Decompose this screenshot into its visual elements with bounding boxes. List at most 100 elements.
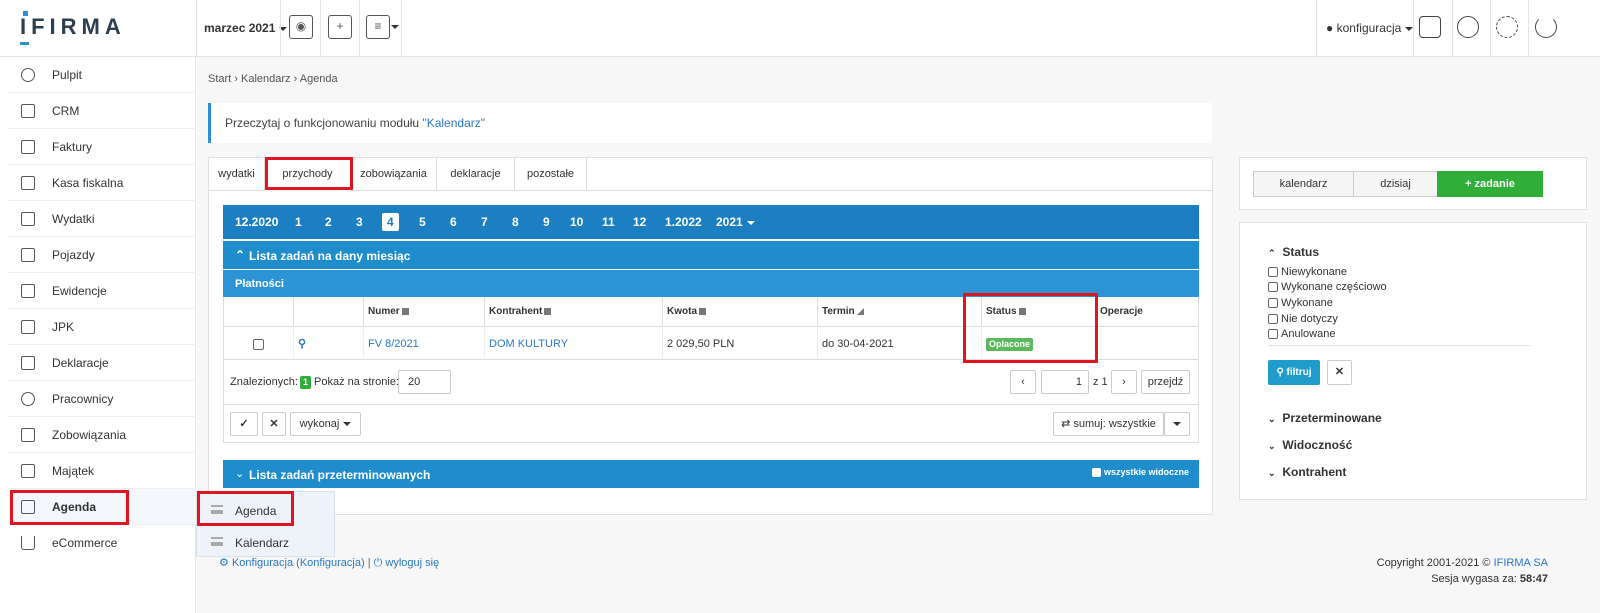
- sum-button[interactable]: ⇄ sumuj: wszystkie: [1053, 412, 1164, 436]
- table-header-termin[interactable]: Termin: [818, 297, 982, 327]
- next-page-button[interactable]: ›: [1111, 370, 1137, 394]
- table-header-numer[interactable]: Numer: [364, 297, 485, 327]
- search-icon[interactable]: ⚲: [298, 338, 306, 350]
- sidebar-item-deklaracje[interactable]: Deklaracje: [8, 345, 196, 381]
- month-6[interactable]: 6: [450, 215, 457, 229]
- top-bar: IFIRMA marzec 2021 ◉ + ≡ ● konfiguracja: [0, 0, 1600, 57]
- month-7[interactable]: 7: [481, 215, 488, 229]
- tabs: wydatki przychody zobowiązania deklaracj…: [209, 158, 1212, 192]
- submenu-item-kalendarz[interactable]: Kalendarz: [205, 526, 335, 556]
- logout-link[interactable]: wyloguj się: [385, 557, 439, 569]
- overdue-list-header[interactable]: ⌄ Lista zadań przeterminowanych wszystki…: [223, 460, 1199, 488]
- sidebar-item-pracownicy[interactable]: Pracownicy: [8, 381, 196, 417]
- sidebar-item-pojazdy[interactable]: Pojazdy: [8, 237, 196, 273]
- month-12[interactable]: 12: [633, 215, 646, 229]
- row-checkbox[interactable]: [253, 338, 264, 350]
- month-5[interactable]: 5: [419, 215, 426, 229]
- sum-dropdown[interactable]: [1164, 412, 1190, 436]
- go-button[interactable]: przejdź: [1141, 370, 1190, 394]
- calendar-button[interactable]: kalendarz: [1253, 171, 1354, 197]
- config-link[interactable]: Konfiguracja: [232, 557, 293, 569]
- filter-option[interactable]: Nie dotyczy: [1268, 313, 1338, 325]
- add-document-icon[interactable]: +: [328, 15, 352, 39]
- user-icon: ●: [1326, 21, 1334, 35]
- month-8[interactable]: 8: [512, 215, 519, 229]
- per-page-input[interactable]: 20: [398, 370, 451, 394]
- execute-dropdown[interactable]: wykonaj: [290, 412, 361, 436]
- filter-option[interactable]: Wykonane: [1268, 297, 1333, 309]
- month-11[interactable]: 11: [602, 215, 615, 229]
- crm-icon: [21, 104, 35, 118]
- filter-checkbox[interactable]: [1268, 329, 1278, 340]
- company-link[interactable]: IFIRMA SA: [1494, 557, 1548, 569]
- filter-option[interactable]: Wykonane częściowo: [1268, 281, 1387, 293]
- filter-checkbox[interactable]: [1268, 267, 1278, 278]
- month-12-2020[interactable]: 12.2020: [235, 215, 278, 229]
- tab-wydatki[interactable]: wydatki: [209, 158, 265, 191]
- tab-pozostale[interactable]: pozostałe: [515, 158, 587, 191]
- user-menu[interactable]: ● konfiguracja: [1326, 21, 1414, 35]
- month-1-2022[interactable]: 1.2022: [665, 215, 702, 229]
- all-visible-toggle[interactable]: wszystkie widoczne: [1092, 467, 1189, 478]
- close-icon[interactable]: ✕: [262, 412, 286, 436]
- row-termin: do 30-04-2021: [818, 328, 982, 360]
- sidebar: Pulpit CRM Faktury Kasa fiskalna Wydatki…: [0, 57, 196, 613]
- breadcrumb-start[interactable]: Start: [208, 73, 231, 85]
- info-link[interactable]: "Kalendarz": [422, 116, 485, 130]
- add-task-button[interactable]: + zadanie: [1437, 171, 1543, 197]
- month-4[interactable]: 4: [382, 213, 399, 231]
- filter-checkbox[interactable]: [1268, 298, 1278, 309]
- status-filter-header[interactable]: ⌃ Status: [1268, 245, 1319, 259]
- table-header-kontrahent[interactable]: Kontrahent: [485, 297, 663, 327]
- visibility-filter-header[interactable]: ⌄ Widoczność: [1268, 438, 1352, 452]
- list-document-icon[interactable]: ≡: [366, 15, 390, 39]
- overdue-filter-header[interactable]: ⌄ Przeterminowane: [1268, 411, 1382, 425]
- tab-zobowiazania[interactable]: zobowiązania: [351, 158, 437, 191]
- page-input[interactable]: 1: [1041, 370, 1089, 394]
- month-9[interactable]: 9: [543, 215, 550, 229]
- filter-checkbox[interactable]: [1268, 282, 1278, 293]
- clear-filter-button[interactable]: ✕: [1327, 360, 1352, 385]
- sidebar-item-zobowiazania[interactable]: Zobowiązania: [8, 417, 196, 453]
- all-visible-checkbox[interactable]: [1092, 468, 1102, 478]
- filter-checkbox[interactable]: [1268, 314, 1278, 325]
- year-selector[interactable]: 2021: [716, 215, 755, 229]
- prev-page-button[interactable]: ‹: [1010, 370, 1036, 394]
- current-list-header[interactable]: ⌃ Lista zadań na dany miesiąc: [223, 241, 1199, 269]
- sidebar-item-ecommerce[interactable]: eCommerce: [8, 525, 196, 561]
- ifirma-logo[interactable]: IFIRMA: [20, 11, 126, 45]
- tab-deklaracje[interactable]: deklaracje: [437, 158, 515, 191]
- row-kontrahent[interactable]: DOM KULTURY: [485, 328, 663, 360]
- filter-option[interactable]: Anulowane: [1268, 328, 1335, 340]
- document-icon[interactable]: ◉: [289, 15, 313, 39]
- table-header-view: [294, 297, 364, 327]
- month-10[interactable]: 10: [570, 215, 583, 229]
- month-1[interactable]: 1: [295, 215, 302, 229]
- sidebar-item-pulpit[interactable]: Pulpit: [8, 57, 196, 93]
- month-3[interactable]: 3: [356, 215, 363, 229]
- filter-option[interactable]: Niewykonane: [1268, 266, 1347, 278]
- lifebuoy-icon[interactable]: [1457, 16, 1479, 38]
- contractor-filter-header[interactable]: ⌄ Kontrahent: [1268, 465, 1346, 479]
- sidebar-item-jpk[interactable]: JPK: [8, 309, 196, 345]
- gear-icon[interactable]: [1496, 16, 1518, 38]
- row-numer[interactable]: FV 8/2021: [364, 328, 485, 360]
- month-selector[interactable]: marzec 2021: [204, 21, 288, 35]
- filter-button[interactable]: ⚲ filtruj: [1268, 360, 1320, 385]
- today-button[interactable]: dzisiaj: [1353, 171, 1438, 197]
- table-header-kwota[interactable]: Kwota: [663, 297, 818, 327]
- sidebar-item-majatek[interactable]: Majątek: [8, 453, 196, 489]
- sidebar-item-kasa-fiskalna[interactable]: Kasa fiskalna: [8, 165, 196, 201]
- breadcrumb-kalendarz[interactable]: Kalendarz: [241, 73, 291, 85]
- pagination-row: Znalezionych: 1 Pokaż na stronie: 20 ‹ 1…: [223, 361, 1199, 405]
- phone-icon[interactable]: [1419, 16, 1441, 38]
- chevron-down-icon[interactable]: [391, 25, 399, 29]
- sidebar-item-ewidencje[interactable]: Ewidencje: [8, 273, 196, 309]
- sidebar-item-crm[interactable]: CRM: [8, 93, 196, 129]
- sidebar-item-wydatki[interactable]: Wydatki: [8, 201, 196, 237]
- month-2[interactable]: 2: [325, 215, 332, 229]
- check-icon[interactable]: ✓: [230, 412, 258, 436]
- sort-icon: [699, 307, 706, 315]
- sidebar-item-faktury[interactable]: Faktury: [8, 129, 196, 165]
- power-icon[interactable]: [1535, 16, 1557, 38]
